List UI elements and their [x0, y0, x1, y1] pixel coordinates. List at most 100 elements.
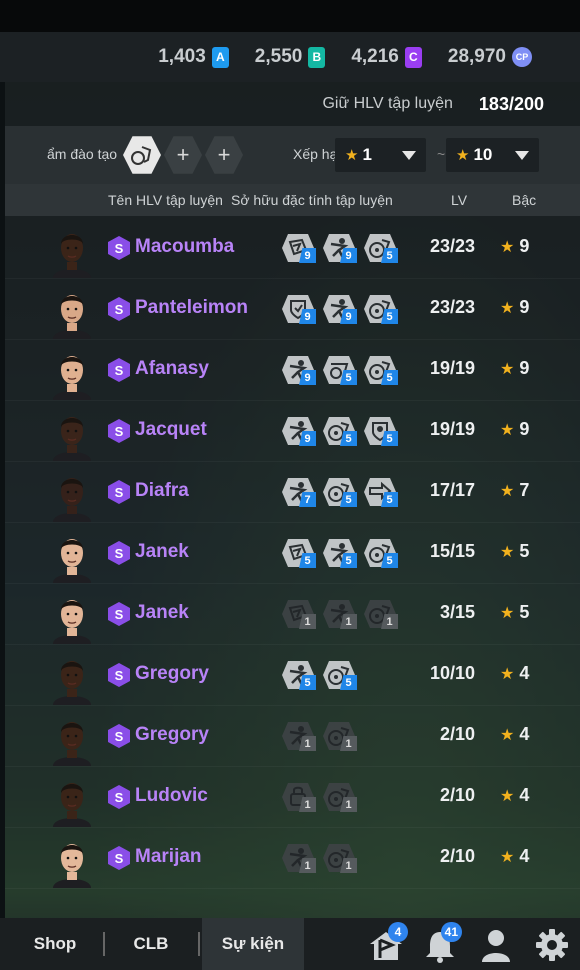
coach-row[interactable]: S Janek 5 5 5 15/15 ★ 5 — [5, 523, 580, 584]
coach-portrait-icon — [53, 478, 91, 522]
tab-clb[interactable]: CLB — [104, 918, 198, 970]
trait-ball[interactable]: 1 — [321, 781, 359, 813]
col-traits[interactable]: Sở hữu đặc tính tập luyện — [231, 192, 393, 208]
coach-level: 19/19 — [429, 358, 475, 378]
trait-ball[interactable]: 5 — [321, 476, 359, 508]
trait-ball[interactable]: 5 — [362, 537, 400, 569]
trait-ball[interactable]: 1 — [321, 842, 359, 874]
currency-bar: 1,403 A 2,550 B 4,216 C 28,970 CP — [0, 32, 580, 82]
coach-row[interactable]: S Marijan 1 1 2/10 ★ 4 — [5, 828, 580, 889]
star-icon: ★ — [500, 483, 515, 500]
settings-button[interactable] — [532, 926, 572, 964]
divider — [198, 932, 200, 956]
grade-badge: S — [108, 358, 130, 382]
trait-ball[interactable]: 5 — [321, 415, 359, 447]
trait-chart[interactable]: 5 — [280, 537, 318, 569]
grade-badge: S — [108, 297, 130, 321]
currency-cp-icon: CP — [512, 47, 532, 67]
coach-row[interactable]: S Ludovic 1 1 2/10 ★ 4 — [5, 767, 580, 828]
coach-portrait-icon — [53, 539, 91, 583]
chevron-down-icon — [515, 150, 529, 160]
trait-chart[interactable]: 9 — [280, 232, 318, 264]
trait-ball[interactable]: 1 — [321, 720, 359, 752]
trait-lock[interactable]: 1 — [280, 781, 318, 813]
tab-events[interactable]: Sự kiện — [202, 918, 304, 970]
min-rank-dropdown[interactable]: ★ 1 — [335, 138, 426, 172]
table-header: Tên HLV tập luyện Sở hữu đặc tính tập lu… — [5, 184, 580, 216]
coach-portrait-icon — [53, 661, 91, 705]
currency-a: 1,403 A — [158, 46, 229, 68]
trait-list: 5 5 — [280, 659, 359, 691]
trait-player[interactable]: 1 — [280, 842, 318, 874]
star-icon: ★ — [500, 788, 515, 805]
star-icon: ★ — [456, 147, 470, 164]
coach-level: 2/10 — [439, 724, 475, 744]
filter-trait-selected[interactable] — [123, 136, 161, 174]
col-lv[interactable]: LV — [451, 192, 467, 208]
currency-c-icon: C — [404, 46, 422, 68]
coach-row[interactable]: S Afanasy 9 5 5 19/19 ★ 9 — [5, 340, 580, 401]
trait-player[interactable]: 7 — [280, 476, 318, 508]
trait-pass[interactable]: 5 — [362, 476, 400, 508]
trait-dribble[interactable]: 5 — [321, 354, 359, 386]
plus-icon: + — [176, 142, 190, 167]
coach-row[interactable]: S Gregory 1 1 2/10 ★ 4 — [5, 706, 580, 767]
grade-badge: S — [108, 724, 130, 748]
coach-rank: ★ 5 — [500, 602, 530, 622]
coach-level: 2/10 — [439, 846, 475, 866]
top-strip — [0, 0, 580, 32]
filter-add-button-2[interactable]: + — [205, 136, 243, 174]
trait-player[interactable]: 5 — [321, 537, 359, 569]
bottom-nav: Shop CLB Sự kiện 4 41 — [0, 918, 580, 970]
trait-goalkeeper[interactable]: 5 — [362, 415, 400, 447]
trait-player[interactable]: 9 — [280, 354, 318, 386]
coach-name: Macoumba — [135, 236, 235, 257]
grade-badge: S — [108, 480, 130, 504]
chevron-down-icon — [402, 150, 416, 160]
trait-ball[interactable]: 5 — [362, 293, 400, 325]
profile-button[interactable] — [476, 926, 516, 964]
trait-list: 1 1 — [280, 842, 359, 874]
coach-row[interactable]: S Janek 1 1 1 3/15 ★ 5 — [5, 584, 580, 645]
coach-name: Panteleimon — [135, 297, 248, 318]
tab-shop[interactable]: Shop — [8, 918, 102, 970]
coach-row[interactable]: S Diafra 7 5 5 17/17 ★ 7 — [5, 462, 580, 523]
star-icon: ★ — [500, 361, 515, 378]
flag-button[interactable]: 4 — [366, 922, 408, 964]
coach-level: 2/10 — [439, 785, 475, 805]
coach-row[interactable]: S Jacquet 9 5 5 19/19 ★ 9 — [5, 401, 580, 462]
trait-player[interactable]: 9 — [321, 232, 359, 264]
trait-player[interactable]: 9 — [321, 293, 359, 325]
flag-count-badge: 4 — [388, 922, 408, 942]
avatar — [51, 470, 93, 522]
star-icon: ★ — [500, 605, 515, 622]
coach-rank: ★ 5 — [500, 541, 530, 561]
coach-row[interactable]: S Panteleimon 9 9 5 23/23 ★ 9 — [5, 279, 580, 340]
max-rank-dropdown[interactable]: ★ 10 — [446, 138, 539, 172]
coach-row[interactable]: S Macoumba 9 9 5 23/23 ★ 9 — [5, 218, 580, 279]
trait-ball[interactable]: 5 — [321, 659, 359, 691]
trait-player[interactable]: 1 — [321, 598, 359, 630]
coach-row[interactable]: S Gregory 5 5 10/10 ★ 4 — [5, 645, 580, 706]
trait-player[interactable]: 5 — [280, 659, 318, 691]
trait-ball[interactable]: 1 — [362, 598, 400, 630]
filter-add-button-1[interactable]: + — [164, 136, 202, 174]
trait-ball[interactable]: 5 — [362, 354, 400, 386]
star-icon: ★ — [500, 544, 515, 561]
currency-cp: 28,970 CP — [448, 46, 532, 68]
coach-name: Janek — [135, 602, 189, 623]
filter-bar: ẩm đào tạo + + Xếp hạ ★ 1 ~ ★ 10 — [5, 126, 580, 184]
trait-player[interactable]: 9 — [280, 415, 318, 447]
trait-list: 1 1 — [280, 781, 359, 813]
trait-player[interactable]: 1 — [280, 720, 318, 752]
grade-badge: S — [108, 541, 130, 565]
plus-icon: + — [217, 142, 231, 167]
col-name[interactable]: Tên HLV tập luyện — [108, 192, 223, 208]
trait-list: 9 9 5 — [280, 232, 400, 264]
trait-ball[interactable]: 5 — [362, 232, 400, 264]
col-rank[interactable]: Bậc — [512, 192, 536, 208]
trait-shield[interactable]: 9 — [280, 293, 318, 325]
notifications-button[interactable]: 41 — [420, 922, 462, 964]
trait-chart[interactable]: 1 — [280, 598, 318, 630]
grade-badge: S — [108, 785, 130, 809]
